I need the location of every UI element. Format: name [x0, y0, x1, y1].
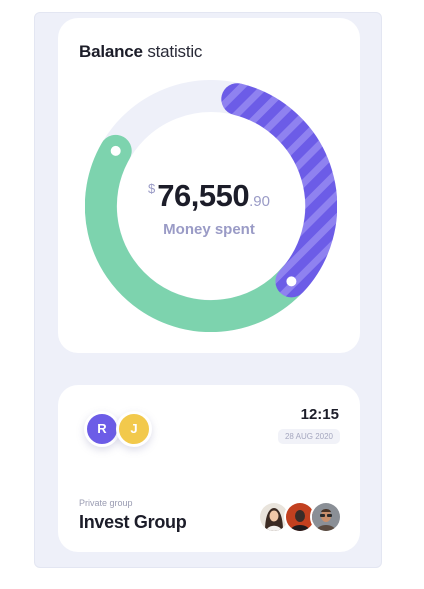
amount-decimal: .90 — [249, 193, 270, 210]
amount-label: Money spent — [163, 221, 255, 238]
group-subtitle: Private group — [79, 498, 133, 508]
member-photo-man-glasses-icon[interactable] — [310, 501, 342, 533]
balance-amount: $76,550.90 — [58, 178, 360, 214]
amount-integer: 76,550 — [157, 178, 250, 213]
group-card[interactable]: R J 12:15 28 AUG 2020 Private group Inve… — [58, 385, 360, 552]
group-time: 12:15 — [300, 406, 339, 423]
card-title: Balance statistic — [79, 42, 202, 62]
avatar-j[interactable]: J — [116, 411, 152, 447]
donut-end-handle[interactable] — [286, 276, 297, 287]
title-light: statistic — [147, 42, 203, 61]
app-panel: Balance statistic $76,550.90 Money spent… — [34, 12, 382, 568]
currency-symbol: $ — [148, 181, 156, 196]
group-name[interactable]: Invest Group — [79, 512, 187, 533]
balance-card: Balance statistic $76,550.90 Money spent — [58, 18, 360, 353]
title-bold: Balance — [79, 42, 143, 61]
group-date-badge: 28 AUG 2020 — [277, 429, 340, 444]
donut-start-handle[interactable] — [110, 145, 121, 156]
avatar-r[interactable]: R — [84, 411, 120, 447]
